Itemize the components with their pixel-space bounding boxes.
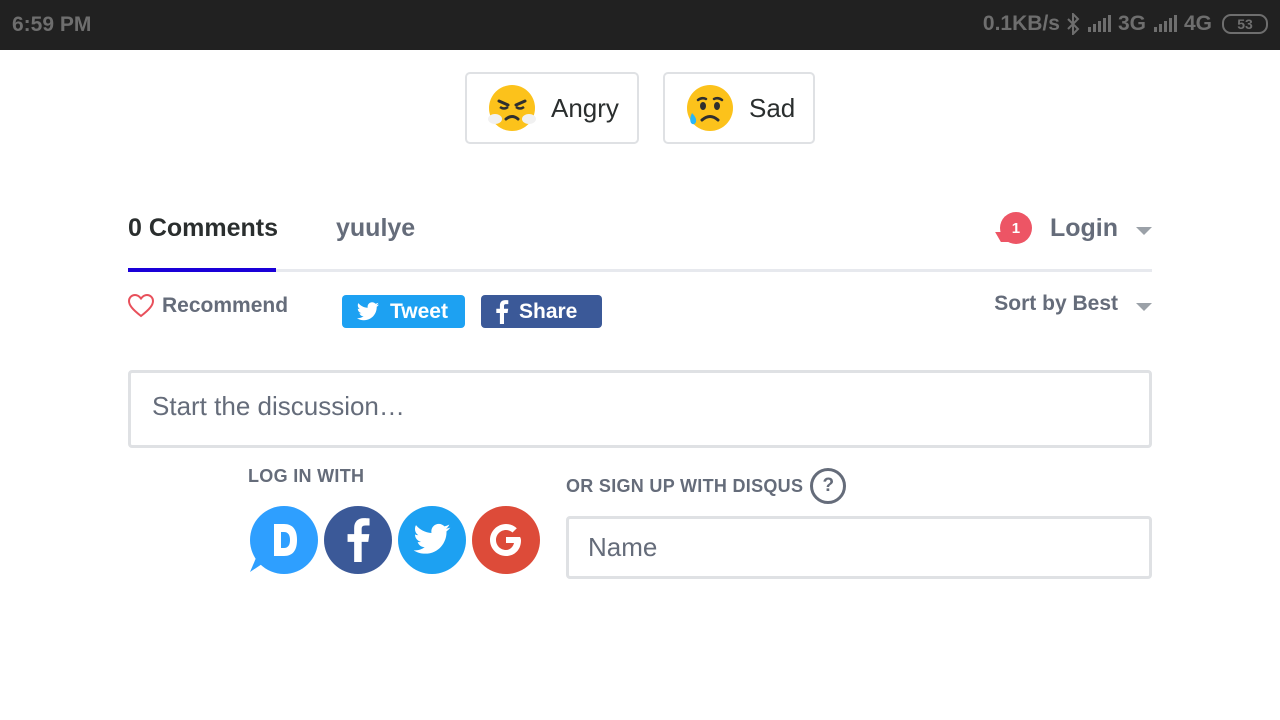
sort-label: Sort by Best xyxy=(994,292,1118,315)
disqus-icon xyxy=(250,524,297,572)
facebook-icon xyxy=(347,518,370,562)
battery-indicator: 53 xyxy=(1222,14,1268,34)
chevron-down-icon xyxy=(1136,303,1152,311)
login-facebook-button[interactable] xyxy=(324,506,392,574)
name-field[interactable] xyxy=(566,516,1152,579)
reaction-label: Sad xyxy=(749,92,796,123)
signup-heading: OR SIGN UP WITH DISQUS xyxy=(566,475,804,496)
tweet-label: Tweet xyxy=(390,299,448,323)
share-label: Share xyxy=(519,299,578,323)
reaction-label: Angry xyxy=(551,92,619,123)
recommend-button[interactable]: Recommend xyxy=(128,294,288,318)
sort-dropdown[interactable]: Sort by Best xyxy=(994,292,1152,316)
tabs-divider xyxy=(128,269,1152,272)
signal-icon xyxy=(1152,14,1178,34)
network-speed: 0.1KB/s xyxy=(982,12,1060,35)
network-type-3g: 3G xyxy=(1117,12,1146,35)
notification-badge[interactable]: 1 xyxy=(999,212,1032,244)
login-disqus-button[interactable] xyxy=(250,506,318,574)
sad-face-icon xyxy=(687,85,733,131)
network-type-4g: 4G xyxy=(1183,12,1212,35)
tab-site[interactable]: yuulye xyxy=(336,214,415,243)
login-dropdown[interactable]: 1 Login xyxy=(999,212,1152,244)
discussion-input[interactable]: Start the discussion… xyxy=(128,370,1152,448)
help-icon[interactable]: ? xyxy=(810,468,847,504)
facebook-share-button[interactable]: Share xyxy=(481,295,602,328)
signal-icon xyxy=(1086,14,1112,34)
heart-icon xyxy=(128,294,154,318)
comment-tabs: 0 Comments yuulye 1 Login xyxy=(128,208,1152,272)
status-indicators: 0.1KB/s 3G 4G 53 xyxy=(983,12,1268,36)
twitter-icon xyxy=(413,523,451,554)
google-icon xyxy=(490,524,521,556)
chevron-down-icon[interactable] xyxy=(1136,227,1152,235)
status-time: 6:59 PM xyxy=(12,13,92,36)
reaction-sad-button[interactable]: Sad xyxy=(663,72,815,144)
signup-heading-row: OR SIGN UP WITH DISQUS ? xyxy=(566,468,847,504)
angry-face-icon xyxy=(488,85,536,131)
login-twitter-button[interactable] xyxy=(398,506,466,574)
bluetooth-icon xyxy=(1067,13,1080,35)
reaction-angry-button[interactable]: Angry xyxy=(465,72,639,144)
status-bar: 6:59 PM 0.1KB/s 3G 4G 53 xyxy=(0,0,1280,50)
login-label[interactable]: Login xyxy=(1050,214,1118,243)
tab-comments[interactable]: 0 Comments xyxy=(128,214,278,243)
twitter-icon xyxy=(356,301,380,322)
login-google-button[interactable] xyxy=(472,506,540,574)
recommend-label: Recommend xyxy=(162,294,289,317)
facebook-icon xyxy=(495,299,509,324)
login-with-heading: LOG IN WITH xyxy=(248,466,365,486)
tweet-button[interactable]: Tweet xyxy=(342,295,465,328)
active-tab-indicator xyxy=(128,268,276,272)
